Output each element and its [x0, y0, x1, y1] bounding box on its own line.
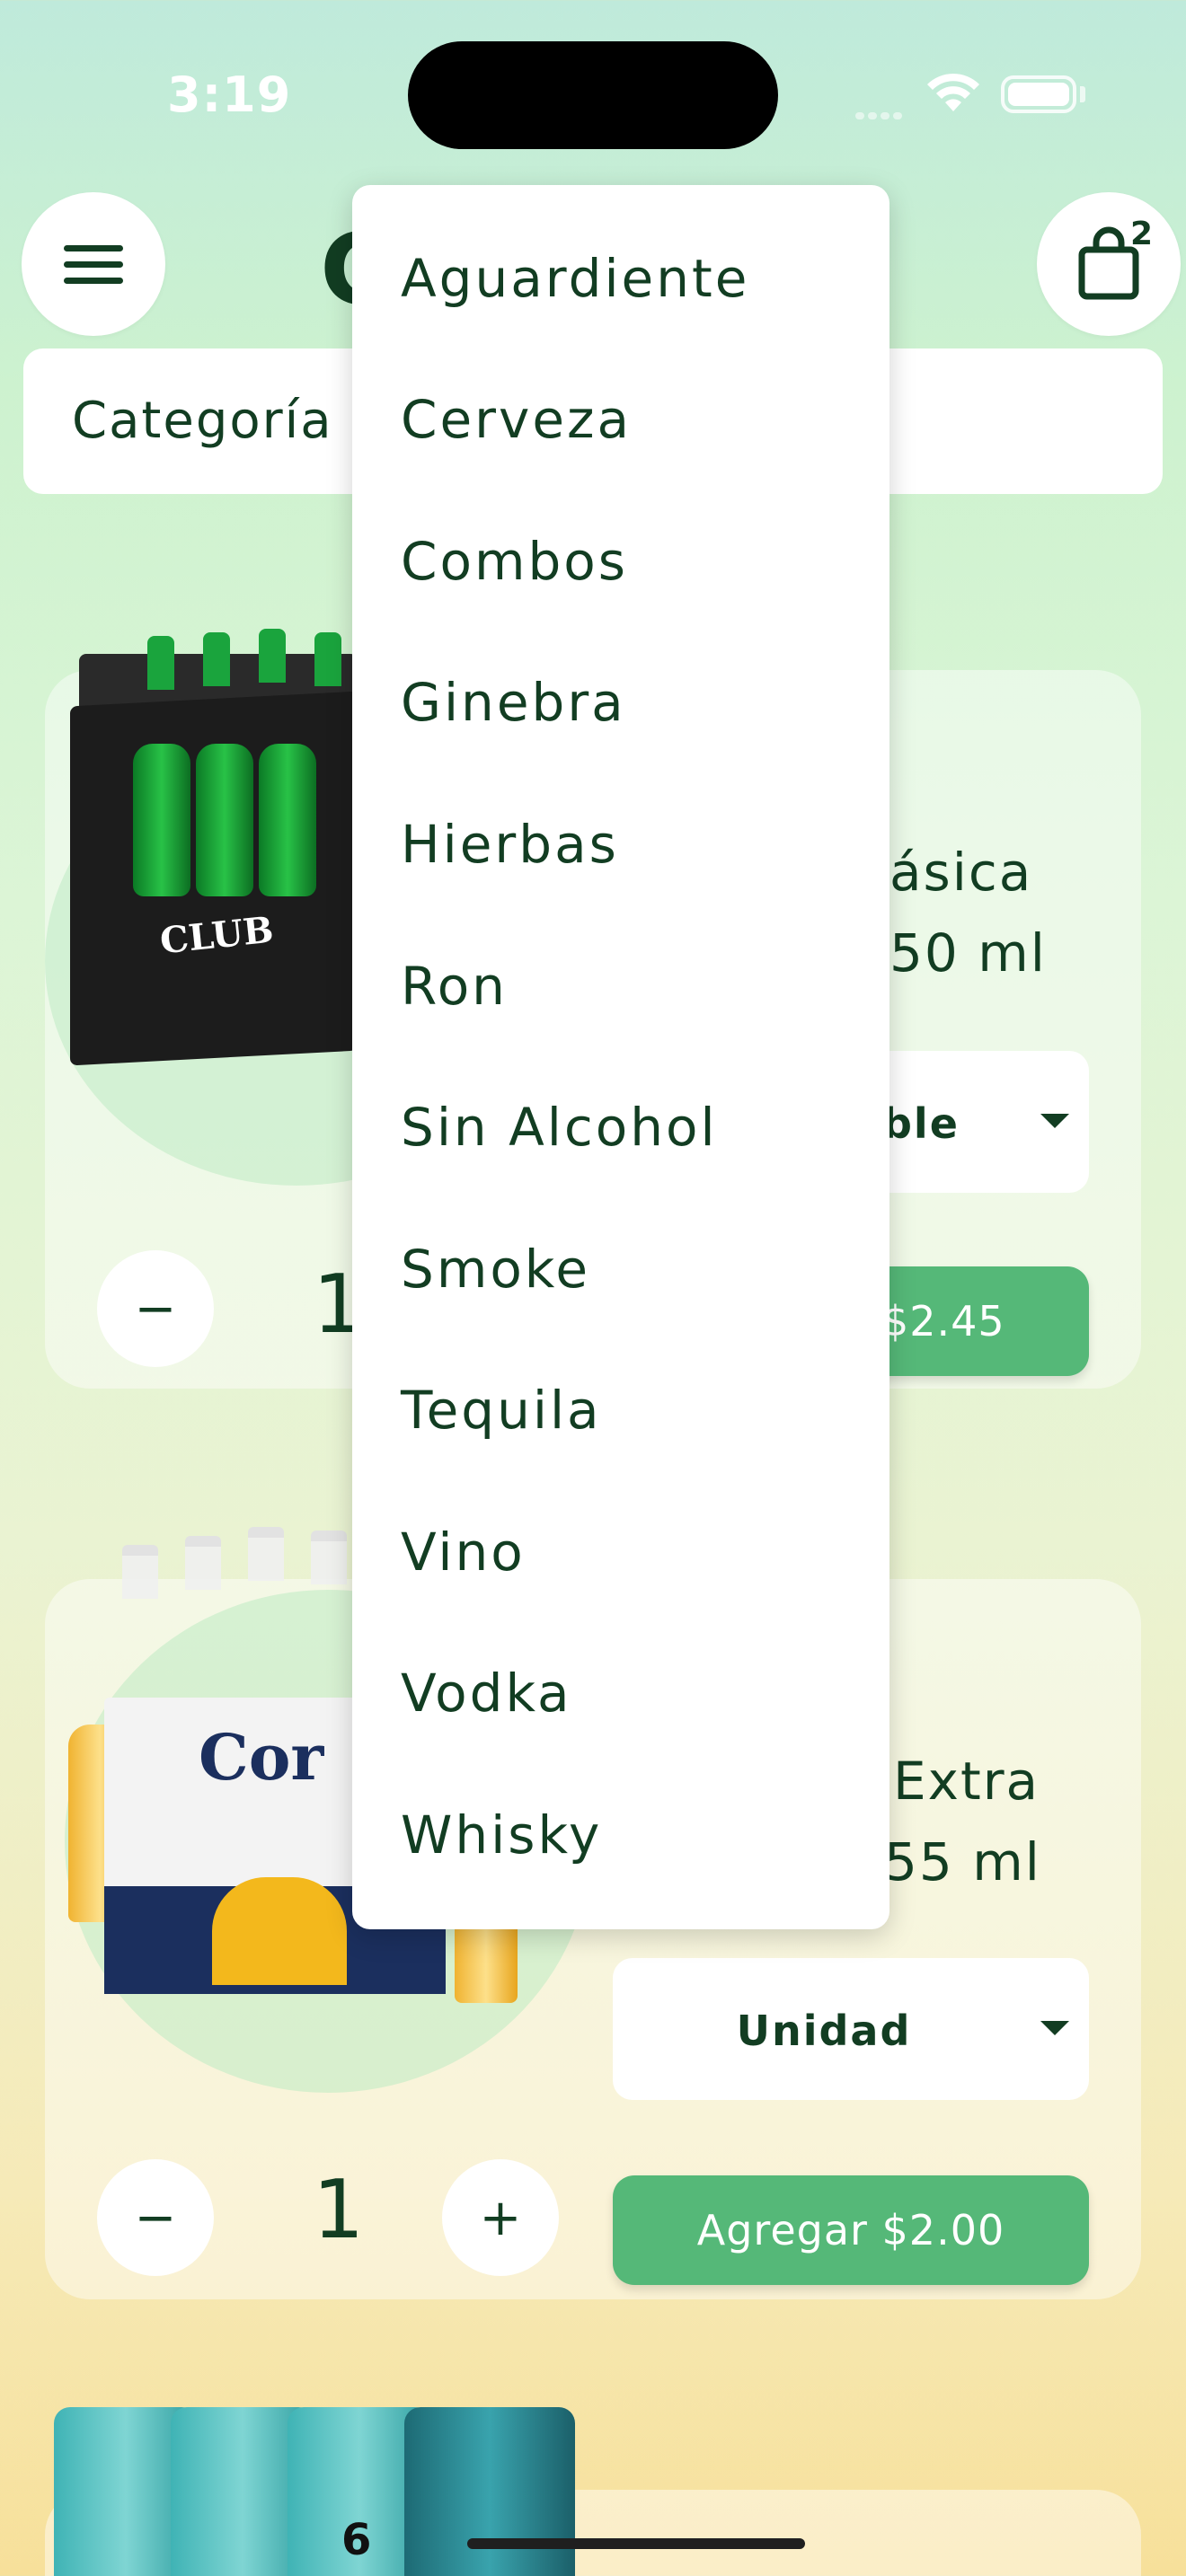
product-name-line1: ásica [890, 842, 1033, 903]
dropdown-option-ron[interactable]: Ron [401, 955, 508, 1018]
dropdown-option-hierbas[interactable]: Hierbas [401, 813, 619, 876]
green-bottle [259, 744, 316, 896]
increment-button[interactable]: + [442, 2159, 559, 2276]
dropdown-option-vino[interactable]: Vino [401, 1521, 526, 1584]
status-bar: 3:19 [0, 0, 1186, 189]
green-bottle [196, 744, 253, 896]
beer-can [404, 2407, 575, 2576]
product-image-cans: 6 [54, 2407, 593, 2576]
wifi-icon [927, 73, 979, 111]
dynamic-island [408, 41, 778, 149]
battery-nub [1080, 86, 1085, 102]
dropdown-option-vodka[interactable]: Vodka [401, 1662, 572, 1725]
hamburger-menu-icon [64, 235, 123, 294]
caret-down-icon [1040, 1114, 1069, 1128]
bottle-neck [248, 1527, 284, 1581]
dropdown-option-smoke[interactable]: Smoke [401, 1238, 590, 1301]
green-bottle [133, 744, 190, 896]
product-logo: 6 [341, 2515, 372, 2565]
dropdown-option-sin-alcohol[interactable]: Sin Alcohol [401, 1096, 718, 1159]
bottle-neck [314, 632, 341, 686]
caret-down-icon [1040, 2021, 1069, 2035]
cellular-signal-icon [855, 106, 909, 119]
add-to-cart-button[interactable]: Agregar $2.00 [613, 2175, 1089, 2285]
bottle-neck [122, 1545, 158, 1599]
unit-select-value: Unidad [736, 2007, 912, 2055]
product-image-club-crate: CLUB [70, 618, 358, 1085]
product-name-line1: Extra [893, 1751, 1040, 1812]
dropdown-option-tequila[interactable]: Tequila [401, 1379, 602, 1442]
decrement-button[interactable]: − [97, 2159, 214, 2276]
product-name-line2: 55 ml [884, 1831, 1041, 1892]
cart-count-badge: 2 [1130, 216, 1154, 252]
home-indicator[interactable] [467, 2538, 805, 2549]
category-label: Categoría [72, 392, 333, 450]
unit-select[interactable]: Unidad [613, 1958, 1089, 2100]
cart-button[interactable] [1037, 192, 1181, 336]
unit-select-value: ble [882, 1099, 960, 1148]
dropdown-option-aguardiente[interactable]: Aguardiente [401, 247, 749, 310]
dropdown-option-combos[interactable]: Combos [401, 530, 628, 593]
dropdown-option-whisky[interactable]: Whisky [401, 1804, 602, 1866]
bottle-neck [259, 629, 286, 683]
category-dropdown-menu: Aguardiente Cerveza Combos Ginebra Hierb… [352, 185, 890, 1929]
status-time: 3:19 [167, 66, 292, 123]
decrement-button[interactable]: − [97, 1250, 214, 1367]
sixpack-emblem [212, 1877, 347, 1985]
bottle-neck [311, 1531, 347, 1584]
product-logo: Cor [199, 1720, 324, 1795]
quantity-value: 1 [313, 2163, 365, 2257]
bottle-neck [185, 1536, 221, 1590]
product-name-line2: 50 ml [890, 922, 1047, 984]
dropdown-option-ginebra[interactable]: Ginebra [401, 671, 626, 734]
dropdown-option-cerveza[interactable]: Cerveza [401, 388, 632, 451]
bottle-neck [147, 636, 174, 690]
battery-icon [1001, 75, 1076, 113]
menu-button[interactable] [22, 192, 165, 336]
bottle-neck [203, 632, 230, 686]
